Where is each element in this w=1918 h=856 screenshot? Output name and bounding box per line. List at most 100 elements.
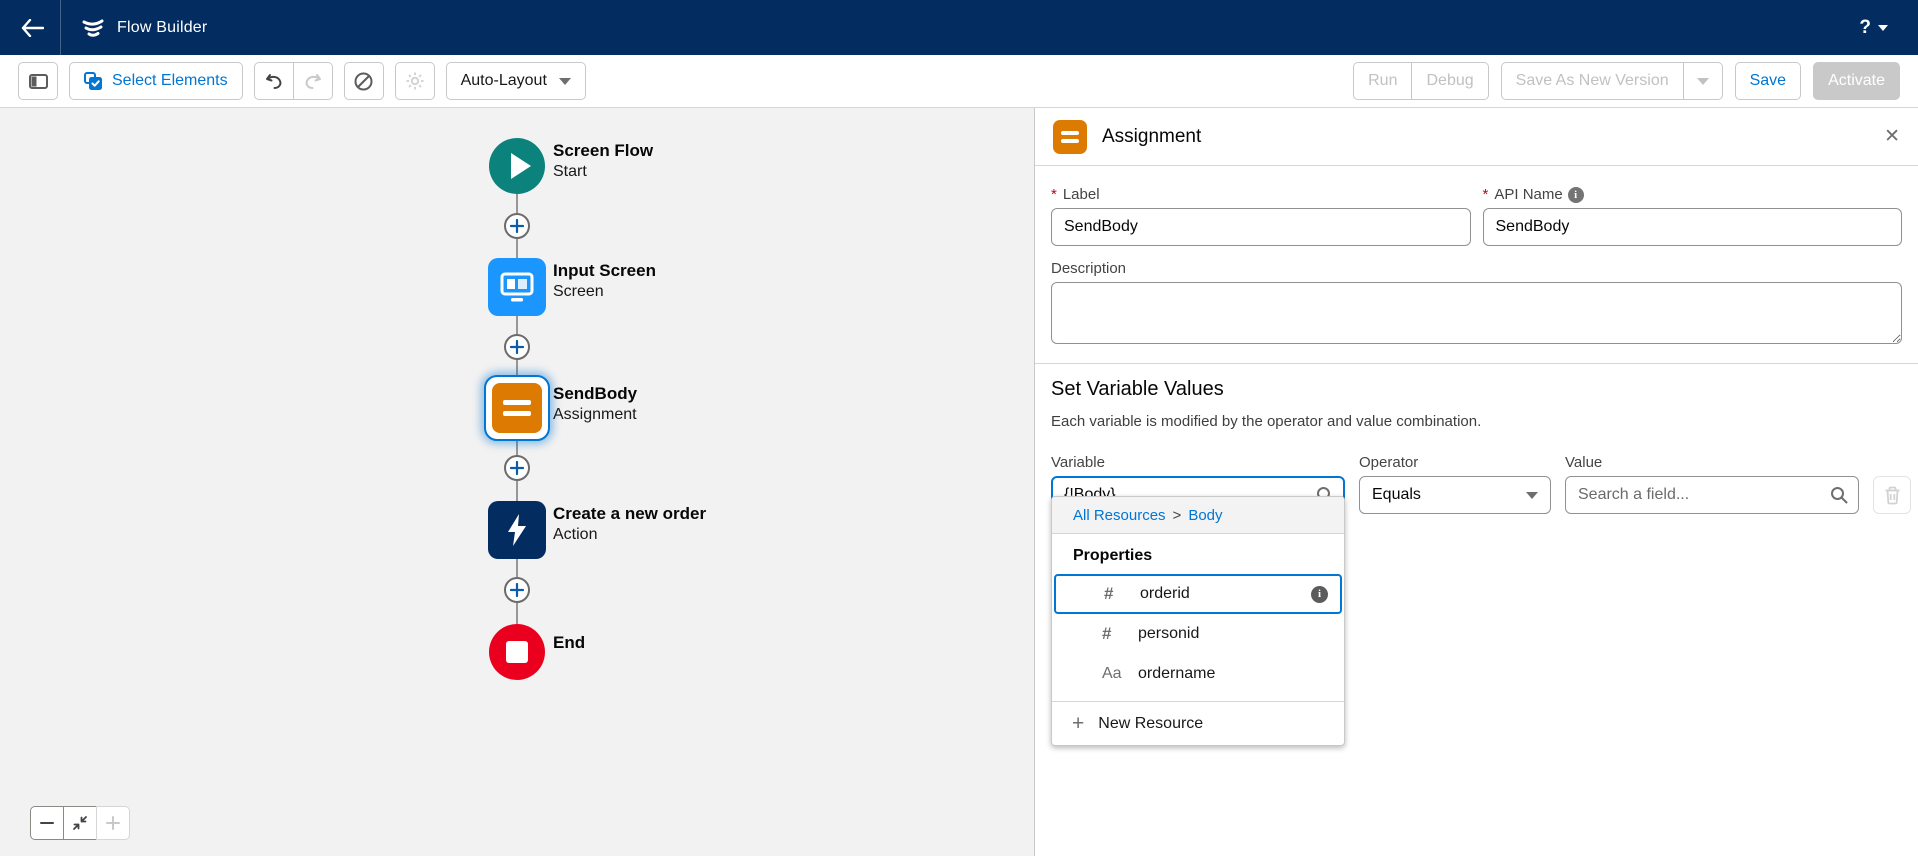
- activate-button[interactable]: Activate: [1813, 62, 1900, 100]
- node-create-order[interactable]: [488, 501, 546, 559]
- plus-icon: [510, 340, 524, 354]
- operator-value: Equals: [1372, 486, 1421, 504]
- new-resource-label: New Resource: [1098, 715, 1203, 733]
- list-item-personid[interactable]: # personid: [1052, 614, 1344, 654]
- info-icon[interactable]: [1311, 586, 1328, 603]
- node-create-order-label: Create a new order Action: [553, 503, 706, 545]
- redo-icon: [303, 73, 323, 90]
- zoom-controls: [30, 806, 130, 840]
- section-divider: [1035, 363, 1918, 364]
- layout-select[interactable]: Auto-Layout: [446, 62, 586, 100]
- save-button[interactable]: Save: [1735, 62, 1801, 100]
- label-field[interactable]: [1051, 208, 1471, 246]
- app-title: Flow Builder: [117, 19, 207, 37]
- stop-icon: [506, 641, 528, 663]
- run-button[interactable]: Run: [1353, 62, 1412, 100]
- node-start[interactable]: [489, 138, 545, 194]
- plus-icon: [510, 461, 524, 475]
- toggle-toolbox-button[interactable]: [18, 62, 58, 100]
- breadcrumb-all-resources[interactable]: All Resources: [1073, 507, 1166, 524]
- help-menu[interactable]: ?: [1859, 17, 1918, 39]
- chevron-down-icon: [559, 78, 571, 85]
- plus-icon: [510, 583, 524, 597]
- save-as-new-version-button[interactable]: Save As New Version: [1501, 62, 1684, 100]
- play-icon: [489, 138, 545, 194]
- node-start-label: Screen Flow Start: [553, 140, 653, 182]
- minus-icon: [40, 816, 54, 830]
- description-field[interactable]: [1051, 282, 1902, 344]
- add-element-button[interactable]: [504, 213, 530, 239]
- label-field-label: *Label: [1051, 186, 1471, 203]
- plus-icon: [510, 219, 524, 233]
- section-help-text: Each variable is modified by the operato…: [1051, 413, 1902, 430]
- select-elements-icon: [84, 72, 103, 91]
- resource-picker-dropdown: All Resources > Body Properties # orderi…: [1051, 496, 1345, 746]
- panel-header: Assignment ✕: [1035, 108, 1918, 166]
- add-element-button[interactable]: [504, 334, 530, 360]
- list-item-label: ordername: [1138, 665, 1215, 683]
- settings-button[interactable]: [395, 62, 435, 100]
- breadcrumb: All Resources > Body: [1052, 497, 1344, 534]
- fit-to-view-button[interactable]: [63, 806, 97, 840]
- number-type-icon: #: [1102, 624, 1111, 644]
- undo-icon: [264, 73, 284, 90]
- info-icon[interactable]: [1568, 187, 1584, 203]
- node-input-screen[interactable]: [488, 258, 546, 316]
- node-input-screen-label: Input Screen Screen: [553, 260, 656, 302]
- zoom-in-button[interactable]: [96, 806, 130, 840]
- lightning-bolt-icon: [502, 512, 532, 548]
- list-item-label: orderid: [1140, 585, 1190, 603]
- add-element-button[interactable]: [504, 455, 530, 481]
- disable-element-button[interactable]: [344, 62, 384, 100]
- node-sendbody-selected[interactable]: [484, 375, 550, 441]
- collapse-arrows-icon: [72, 815, 88, 831]
- select-elements-button[interactable]: Select Elements: [69, 62, 243, 100]
- breadcrumb-separator: >: [1173, 507, 1182, 524]
- save-as-menu-button[interactable]: [1683, 62, 1723, 100]
- flow-canvas[interactable]: Screen Flow Start Input Screen Screen: [0, 108, 1034, 856]
- breadcrumb-body[interactable]: Body: [1188, 507, 1222, 524]
- debug-button[interactable]: Debug: [1411, 62, 1488, 100]
- delete-row-button[interactable]: [1873, 476, 1911, 514]
- back-arrow-icon: [20, 19, 44, 37]
- trash-icon: [1884, 486, 1901, 505]
- operator-field-label: Operator: [1359, 454, 1551, 471]
- select-elements-label: Select Elements: [112, 72, 228, 90]
- slash-circle-icon: [354, 72, 373, 91]
- section-heading: Set Variable Values: [1051, 378, 1902, 401]
- chevron-down-icon: [1526, 492, 1538, 499]
- description-field-label: Description: [1051, 260, 1902, 277]
- node-end[interactable]: [489, 624, 545, 680]
- zoom-out-button[interactable]: [30, 806, 64, 840]
- panel-toggle-icon: [29, 74, 48, 89]
- add-element-button[interactable]: [504, 577, 530, 603]
- close-icon[interactable]: ✕: [1884, 127, 1900, 146]
- back-button[interactable]: [12, 0, 52, 55]
- flow-builder-logo-icon: [81, 16, 105, 40]
- top-navbar: Flow Builder ?: [0, 0, 1918, 55]
- api-name-field-label: *API Name: [1483, 186, 1903, 203]
- chevron-down-icon: [1697, 78, 1709, 85]
- undo-button[interactable]: [254, 62, 294, 100]
- plus-icon: [1072, 713, 1084, 734]
- value-search-input[interactable]: [1565, 476, 1859, 514]
- list-item-label: personid: [1138, 625, 1199, 643]
- node-end-label: End: [553, 632, 585, 653]
- dropdown-section-title: Properties: [1052, 534, 1344, 574]
- assignment-icon: [492, 383, 542, 433]
- help-caret-icon: [1878, 25, 1888, 31]
- list-item-ordername[interactable]: Aa ordername: [1052, 654, 1344, 694]
- redo-button[interactable]: [293, 62, 333, 100]
- operator-select[interactable]: Equals: [1359, 476, 1551, 514]
- navbar-divider: [60, 0, 61, 55]
- api-name-field[interactable]: [1483, 208, 1903, 246]
- node-sendbody-label: SendBody Assignment: [553, 383, 637, 425]
- list-item-orderid[interactable]: # orderid: [1054, 574, 1342, 614]
- new-resource-button[interactable]: New Resource: [1052, 702, 1344, 745]
- help-icon: ?: [1859, 17, 1871, 39]
- panel-title: Assignment: [1102, 126, 1201, 148]
- plus-icon: [106, 816, 120, 830]
- layout-select-label: Auto-Layout: [461, 72, 547, 90]
- screen-icon: [499, 271, 535, 303]
- search-icon: [1830, 486, 1848, 504]
